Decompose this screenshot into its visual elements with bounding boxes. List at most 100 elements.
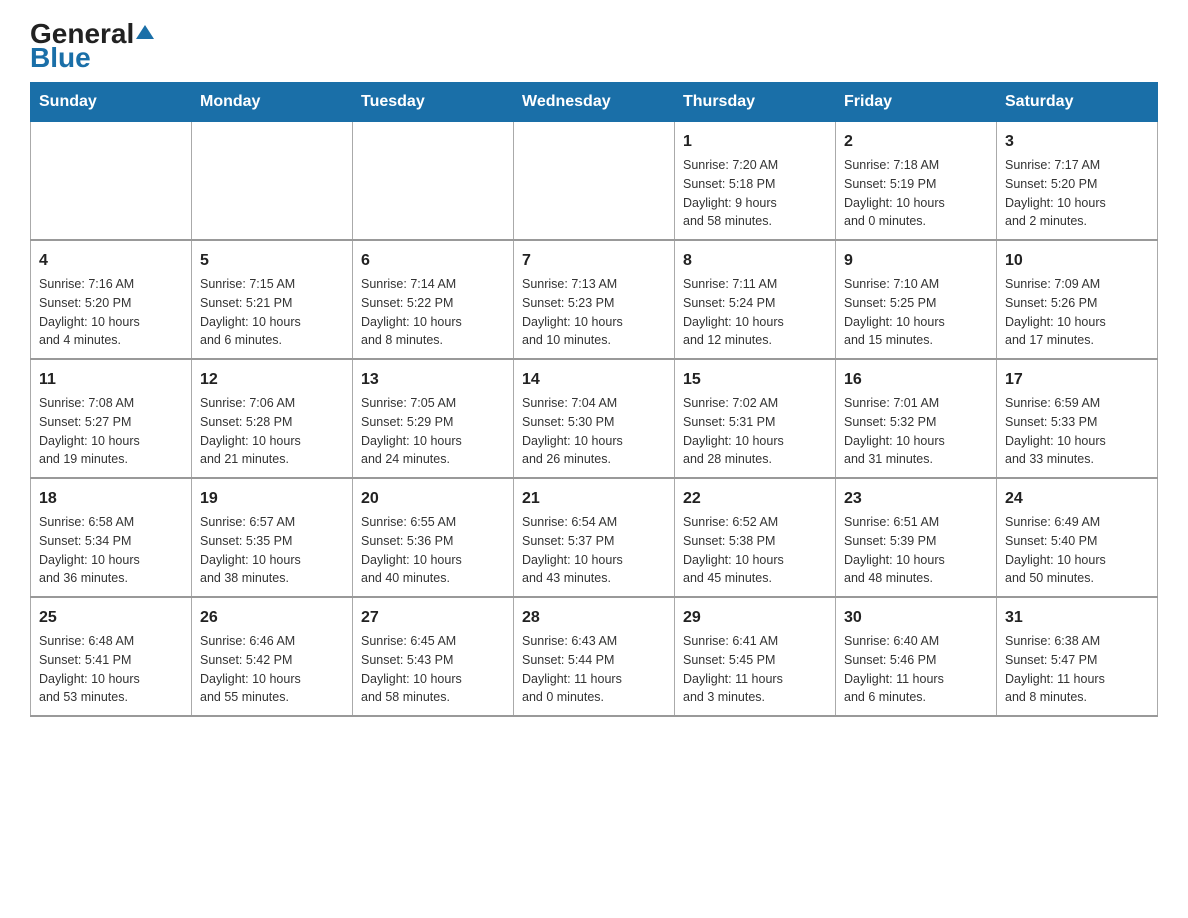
calendar-cell: 20Sunrise: 6:55 AM Sunset: 5:36 PM Dayli… [353, 478, 514, 597]
day-number: 19 [200, 487, 344, 511]
calendar-cell: 12Sunrise: 7:06 AM Sunset: 5:28 PM Dayli… [192, 359, 353, 478]
day-info: Sunrise: 6:51 AM Sunset: 5:39 PM Dayligh… [844, 513, 988, 588]
week-row-4: 18Sunrise: 6:58 AM Sunset: 5:34 PM Dayli… [31, 478, 1158, 597]
day-info: Sunrise: 7:17 AM Sunset: 5:20 PM Dayligh… [1005, 156, 1149, 231]
calendar-cell: 29Sunrise: 6:41 AM Sunset: 5:45 PM Dayli… [675, 597, 836, 716]
calendar-cell: 9Sunrise: 7:10 AM Sunset: 5:25 PM Daylig… [836, 240, 997, 359]
day-info: Sunrise: 6:48 AM Sunset: 5:41 PM Dayligh… [39, 632, 183, 707]
calendar-cell: 7Sunrise: 7:13 AM Sunset: 5:23 PM Daylig… [514, 240, 675, 359]
day-number: 22 [683, 487, 827, 511]
day-info: Sunrise: 7:01 AM Sunset: 5:32 PM Dayligh… [844, 394, 988, 469]
day-info: Sunrise: 6:46 AM Sunset: 5:42 PM Dayligh… [200, 632, 344, 707]
calendar-cell: 23Sunrise: 6:51 AM Sunset: 5:39 PM Dayli… [836, 478, 997, 597]
calendar-cell [31, 122, 192, 241]
weekday-wednesday: Wednesday [514, 83, 675, 122]
calendar-cell: 10Sunrise: 7:09 AM Sunset: 5:26 PM Dayli… [997, 240, 1158, 359]
day-info: Sunrise: 7:08 AM Sunset: 5:27 PM Dayligh… [39, 394, 183, 469]
logo: General Blue [30, 20, 154, 72]
day-info: Sunrise: 6:43 AM Sunset: 5:44 PM Dayligh… [522, 632, 666, 707]
calendar-cell: 3Sunrise: 7:17 AM Sunset: 5:20 PM Daylig… [997, 122, 1158, 241]
day-number: 21 [522, 487, 666, 511]
day-info: Sunrise: 7:13 AM Sunset: 5:23 PM Dayligh… [522, 275, 666, 350]
day-info: Sunrise: 6:40 AM Sunset: 5:46 PM Dayligh… [844, 632, 988, 707]
day-number: 15 [683, 368, 827, 392]
day-info: Sunrise: 6:54 AM Sunset: 5:37 PM Dayligh… [522, 513, 666, 588]
calendar-cell: 22Sunrise: 6:52 AM Sunset: 5:38 PM Dayli… [675, 478, 836, 597]
day-number: 6 [361, 249, 505, 273]
weekday-header-row: SundayMondayTuesdayWednesdayThursdayFrid… [31, 83, 1158, 122]
day-info: Sunrise: 7:04 AM Sunset: 5:30 PM Dayligh… [522, 394, 666, 469]
logo-text-blue: Blue [30, 44, 91, 72]
day-number: 26 [200, 606, 344, 630]
calendar-cell: 28Sunrise: 6:43 AM Sunset: 5:44 PM Dayli… [514, 597, 675, 716]
calendar-table: SundayMondayTuesdayWednesdayThursdayFrid… [30, 82, 1158, 717]
calendar-cell: 4Sunrise: 7:16 AM Sunset: 5:20 PM Daylig… [31, 240, 192, 359]
day-info: Sunrise: 6:57 AM Sunset: 5:35 PM Dayligh… [200, 513, 344, 588]
calendar-cell: 21Sunrise: 6:54 AM Sunset: 5:37 PM Dayli… [514, 478, 675, 597]
day-number: 12 [200, 368, 344, 392]
day-number: 29 [683, 606, 827, 630]
day-number: 31 [1005, 606, 1149, 630]
week-row-5: 25Sunrise: 6:48 AM Sunset: 5:41 PM Dayli… [31, 597, 1158, 716]
day-info: Sunrise: 7:05 AM Sunset: 5:29 PM Dayligh… [361, 394, 505, 469]
calendar-cell: 8Sunrise: 7:11 AM Sunset: 5:24 PM Daylig… [675, 240, 836, 359]
day-info: Sunrise: 7:06 AM Sunset: 5:28 PM Dayligh… [200, 394, 344, 469]
calendar-cell: 1Sunrise: 7:20 AM Sunset: 5:18 PM Daylig… [675, 122, 836, 241]
day-number: 7 [522, 249, 666, 273]
day-info: Sunrise: 7:10 AM Sunset: 5:25 PM Dayligh… [844, 275, 988, 350]
calendar-cell: 6Sunrise: 7:14 AM Sunset: 5:22 PM Daylig… [353, 240, 514, 359]
day-number: 23 [844, 487, 988, 511]
day-number: 18 [39, 487, 183, 511]
day-info: Sunrise: 6:38 AM Sunset: 5:47 PM Dayligh… [1005, 632, 1149, 707]
day-number: 25 [39, 606, 183, 630]
day-info: Sunrise: 6:59 AM Sunset: 5:33 PM Dayligh… [1005, 394, 1149, 469]
week-row-1: 1Sunrise: 7:20 AM Sunset: 5:18 PM Daylig… [31, 122, 1158, 241]
day-info: Sunrise: 7:11 AM Sunset: 5:24 PM Dayligh… [683, 275, 827, 350]
day-info: Sunrise: 6:52 AM Sunset: 5:38 PM Dayligh… [683, 513, 827, 588]
day-info: Sunrise: 7:09 AM Sunset: 5:26 PM Dayligh… [1005, 275, 1149, 350]
day-number: 30 [844, 606, 988, 630]
day-info: Sunrise: 7:20 AM Sunset: 5:18 PM Dayligh… [683, 156, 827, 231]
week-row-3: 11Sunrise: 7:08 AM Sunset: 5:27 PM Dayli… [31, 359, 1158, 478]
calendar-cell: 14Sunrise: 7:04 AM Sunset: 5:30 PM Dayli… [514, 359, 675, 478]
day-number: 9 [844, 249, 988, 273]
calendar-cell: 25Sunrise: 6:48 AM Sunset: 5:41 PM Dayli… [31, 597, 192, 716]
calendar-cell: 17Sunrise: 6:59 AM Sunset: 5:33 PM Dayli… [997, 359, 1158, 478]
weekday-saturday: Saturday [997, 83, 1158, 122]
day-number: 24 [1005, 487, 1149, 511]
calendar-cell: 27Sunrise: 6:45 AM Sunset: 5:43 PM Dayli… [353, 597, 514, 716]
day-number: 2 [844, 130, 988, 154]
calendar-cell [192, 122, 353, 241]
weekday-monday: Monday [192, 83, 353, 122]
calendar-cell [514, 122, 675, 241]
day-number: 5 [200, 249, 344, 273]
day-info: Sunrise: 7:02 AM Sunset: 5:31 PM Dayligh… [683, 394, 827, 469]
day-number: 11 [39, 368, 183, 392]
day-number: 1 [683, 130, 827, 154]
calendar-cell: 31Sunrise: 6:38 AM Sunset: 5:47 PM Dayli… [997, 597, 1158, 716]
day-info: Sunrise: 7:15 AM Sunset: 5:21 PM Dayligh… [200, 275, 344, 350]
calendar-cell [353, 122, 514, 241]
calendar-cell: 2Sunrise: 7:18 AM Sunset: 5:19 PM Daylig… [836, 122, 997, 241]
calendar-cell: 11Sunrise: 7:08 AM Sunset: 5:27 PM Dayli… [31, 359, 192, 478]
day-number: 4 [39, 249, 183, 273]
calendar-cell: 13Sunrise: 7:05 AM Sunset: 5:29 PM Dayli… [353, 359, 514, 478]
day-info: Sunrise: 7:16 AM Sunset: 5:20 PM Dayligh… [39, 275, 183, 350]
weekday-sunday: Sunday [31, 83, 192, 122]
calendar-cell: 24Sunrise: 6:49 AM Sunset: 5:40 PM Dayli… [997, 478, 1158, 597]
calendar-header: SundayMondayTuesdayWednesdayThursdayFrid… [31, 83, 1158, 122]
calendar-cell: 26Sunrise: 6:46 AM Sunset: 5:42 PM Dayli… [192, 597, 353, 716]
calendar-cell: 19Sunrise: 6:57 AM Sunset: 5:35 PM Dayli… [192, 478, 353, 597]
day-info: Sunrise: 6:55 AM Sunset: 5:36 PM Dayligh… [361, 513, 505, 588]
day-info: Sunrise: 6:45 AM Sunset: 5:43 PM Dayligh… [361, 632, 505, 707]
week-row-2: 4Sunrise: 7:16 AM Sunset: 5:20 PM Daylig… [31, 240, 1158, 359]
day-number: 16 [844, 368, 988, 392]
weekday-thursday: Thursday [675, 83, 836, 122]
day-number: 20 [361, 487, 505, 511]
page-header: General Blue [30, 20, 1158, 72]
day-number: 28 [522, 606, 666, 630]
day-info: Sunrise: 6:58 AM Sunset: 5:34 PM Dayligh… [39, 513, 183, 588]
day-number: 3 [1005, 130, 1149, 154]
calendar-cell: 5Sunrise: 7:15 AM Sunset: 5:21 PM Daylig… [192, 240, 353, 359]
calendar-cell: 18Sunrise: 6:58 AM Sunset: 5:34 PM Dayli… [31, 478, 192, 597]
